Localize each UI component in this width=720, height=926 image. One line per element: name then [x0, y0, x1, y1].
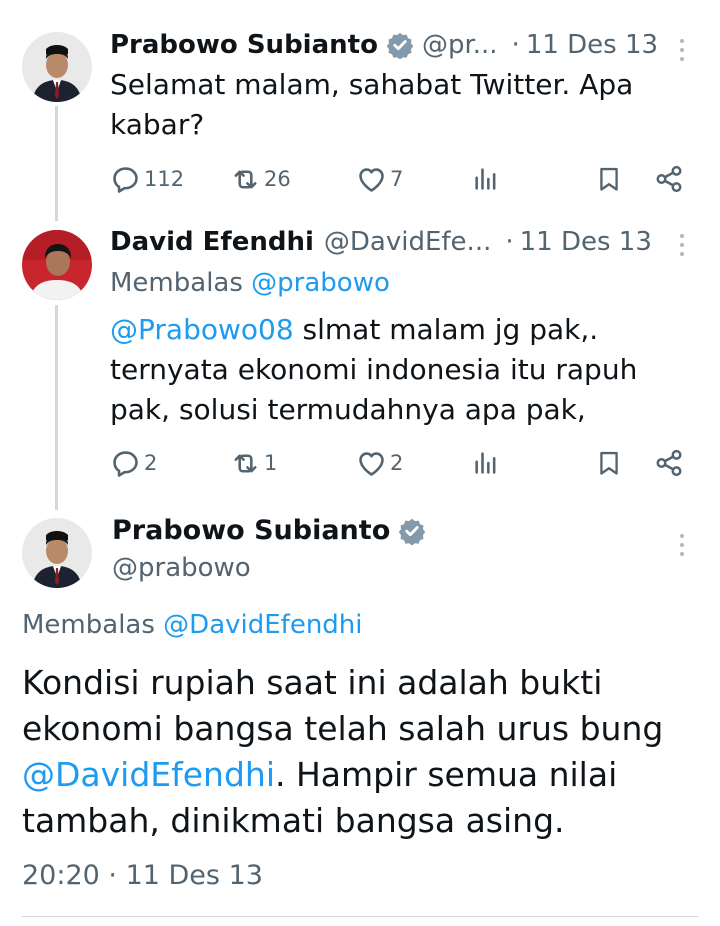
author-name[interactable]: Prabowo Subianto: [110, 28, 378, 62]
tweet-date[interactable]: 11 Des 13: [520, 225, 652, 259]
mention-link[interactable]: @Prabowo08: [110, 313, 294, 346]
views-icon: [472, 165, 500, 193]
thread-line: [55, 106, 58, 221]
tweet-body-part1: Kondisi rupiah saat ini adalah bukti eko…: [22, 663, 664, 748]
retweet-button[interactable]: 26: [230, 162, 291, 196]
replying-to: Membalas @DavidEfendhi: [22, 608, 363, 642]
retweet-count: 1: [264, 451, 278, 475]
more-icon[interactable]: [670, 230, 694, 260]
separator-dot: ·: [511, 30, 520, 60]
reply-count: 2: [144, 451, 158, 475]
replying-to-link[interactable]: @prabowo: [251, 268, 390, 298]
author-name[interactable]: David Efendhi: [110, 225, 314, 259]
tweet-date[interactable]: 11 Des 13: [526, 28, 658, 62]
tweet-text: Selamat malam, sahabat Twitter. Apa kaba…: [110, 68, 634, 141]
like-count: 7: [390, 167, 404, 191]
avatar[interactable]: [22, 518, 92, 588]
tweet-date: 11 Des 13: [125, 860, 263, 891]
replying-label: Membalas: [110, 268, 243, 298]
author-name[interactable]: Prabowo Subianto: [112, 515, 390, 546]
bookmark-button[interactable]: [595, 162, 623, 196]
separator-dot: ·: [505, 227, 514, 257]
separator-dot: ·: [108, 860, 126, 891]
share-button[interactable]: [654, 162, 684, 196]
views-button[interactable]: [472, 162, 500, 196]
replying-to-link[interactable]: @DavidEfendhi: [163, 610, 362, 640]
author-handle[interactable]: @prabowo: [112, 553, 251, 583]
retweet-icon: [230, 448, 261, 479]
reply-button[interactable]: 2: [110, 446, 157, 480]
retweet-icon: [230, 164, 261, 195]
bookmark-icon: [595, 448, 623, 478]
divider: [22, 916, 698, 917]
like-button[interactable]: 7: [356, 162, 403, 196]
reply-count: 112: [144, 167, 185, 191]
bookmark-icon: [595, 164, 623, 194]
more-icon[interactable]: [670, 35, 694, 65]
tweet-actions: 112 26 7: [110, 162, 690, 196]
replying-label: Membalas: [22, 610, 155, 640]
bookmark-button[interactable]: [595, 446, 623, 480]
share-button[interactable]: [654, 446, 684, 480]
share-icon: [654, 448, 684, 478]
retweet-count: 26: [264, 167, 291, 191]
main-author: Prabowo Subianto: [112, 515, 434, 546]
author-handle[interactable]: @DavidEfe...: [324, 225, 491, 259]
avatar[interactable]: [22, 230, 92, 300]
tweet-timestamp[interactable]: 20:20 · 11 Des 13: [22, 860, 263, 891]
avatar[interactable]: [22, 32, 92, 102]
author-handle[interactable]: @pr...: [422, 28, 498, 62]
tweet-header: David Efendhi @DavidEfe... · 11 Des 13: [110, 225, 652, 259]
replying-to: Membalas @prabowo: [110, 266, 390, 300]
verified-badge-icon: [398, 517, 426, 545]
tweet-time: 20:20: [22, 860, 100, 891]
like-icon: [356, 164, 387, 195]
share-icon: [654, 164, 684, 194]
views-icon: [472, 449, 500, 477]
verified-badge-icon: [386, 31, 414, 59]
like-icon: [356, 448, 387, 479]
tweet-text: @Prabowo08 slmat malam jg pak,. ternyata…: [110, 310, 670, 430]
retweet-button[interactable]: 1: [230, 446, 277, 480]
tweet-text: Kondisi rupiah saat ini adalah bukti eko…: [22, 660, 702, 844]
thread-line: [55, 305, 58, 510]
mention-link[interactable]: @DavidEfendhi: [22, 755, 275, 794]
reply-icon: [110, 448, 141, 479]
more-icon[interactable]: [670, 530, 694, 560]
tweet-header: Prabowo Subianto @pr... · 11 Des 13: [110, 28, 658, 62]
reply-icon: [110, 164, 141, 195]
like-button[interactable]: 2: [356, 446, 403, 480]
tweet-actions: 2 1 2: [110, 446, 690, 480]
views-button[interactable]: [472, 446, 500, 480]
like-count: 2: [390, 451, 404, 475]
reply-button[interactable]: 112: [110, 162, 184, 196]
